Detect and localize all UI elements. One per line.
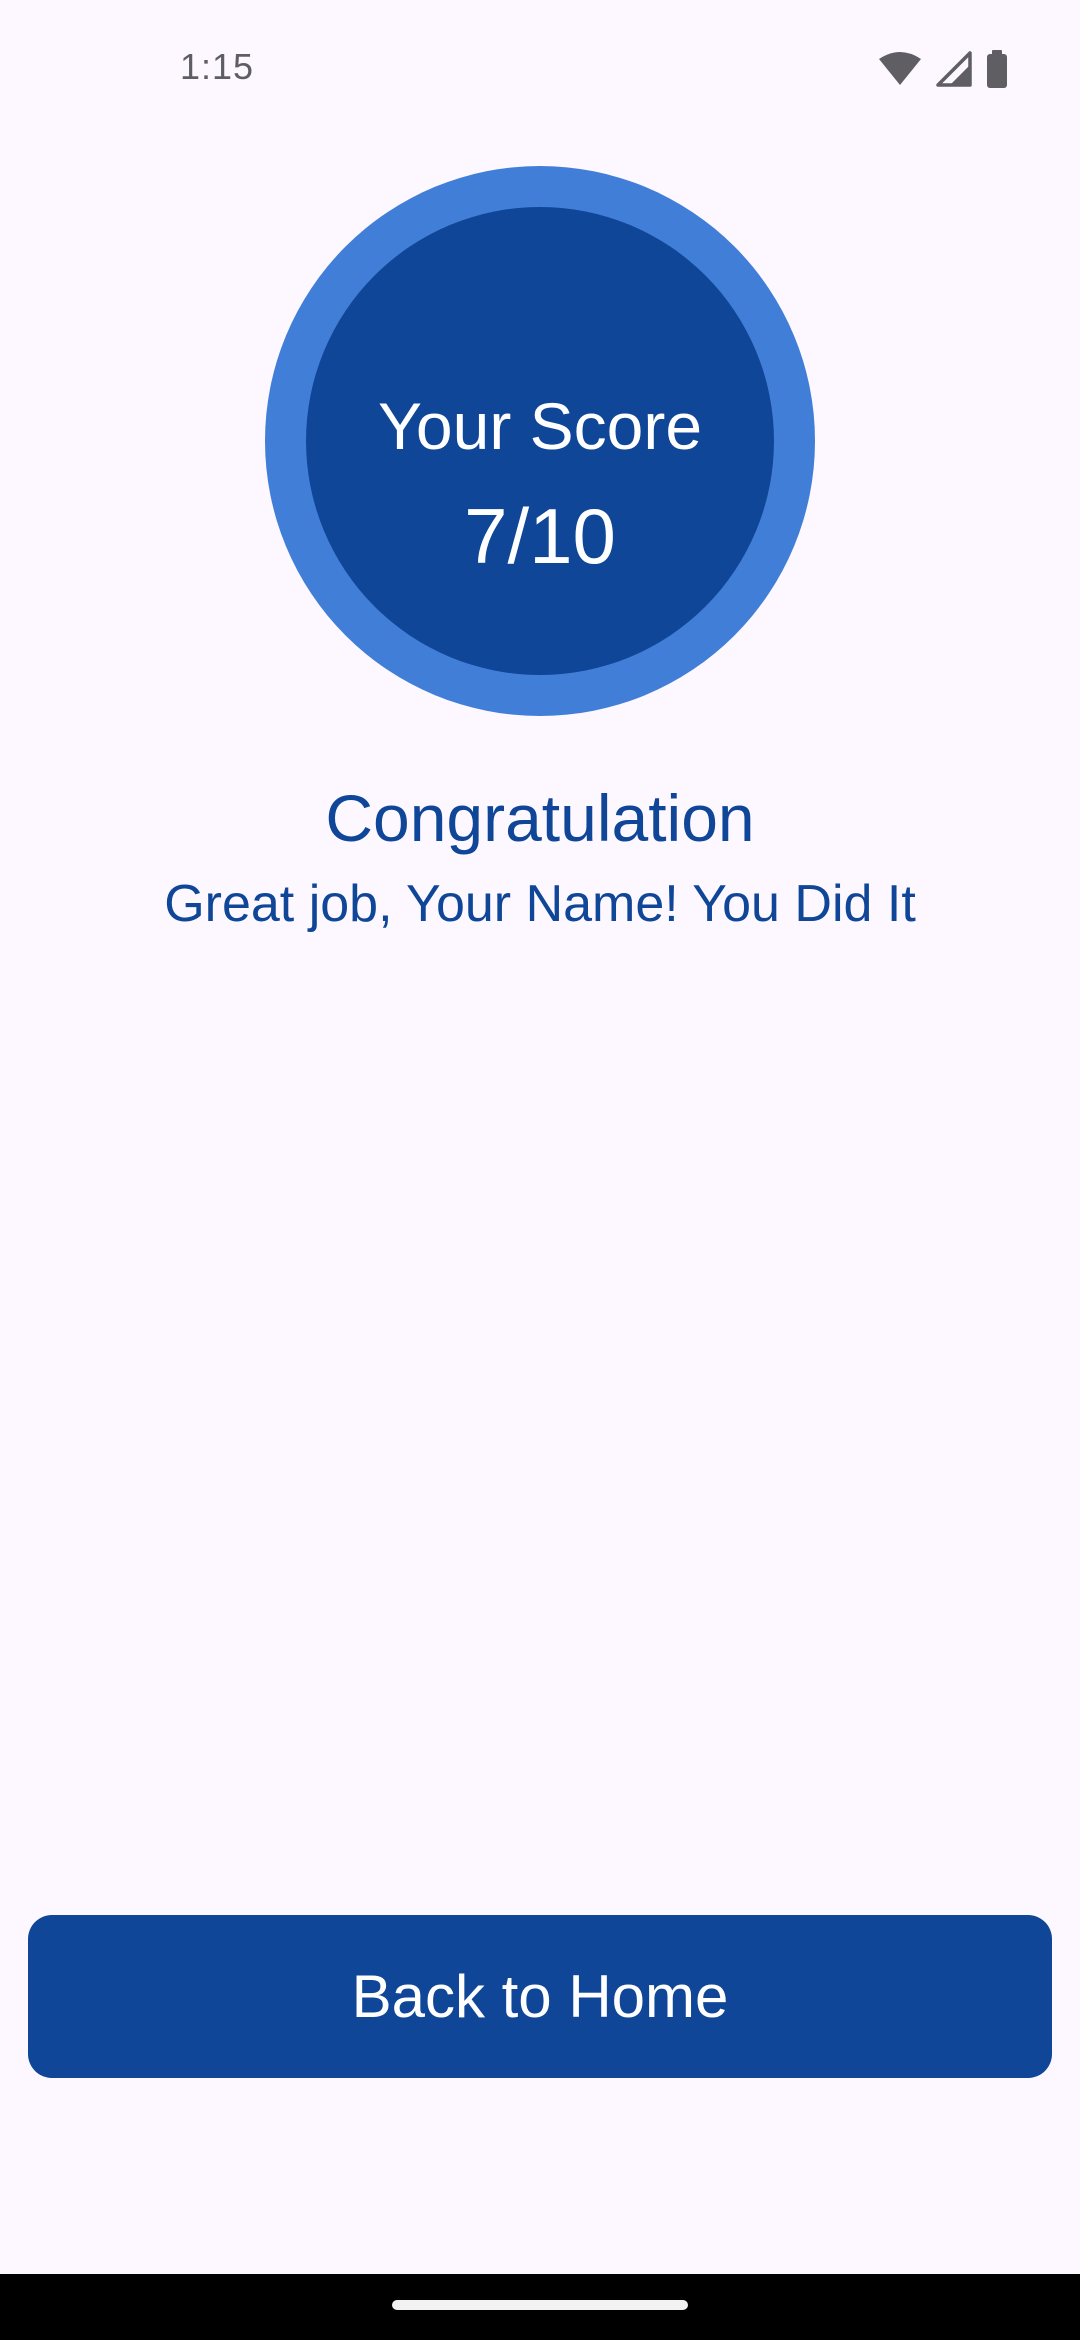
score-value: 7/10	[464, 492, 616, 580]
status-bar: 1:15	[0, 0, 1080, 140]
home-indicator[interactable]	[392, 2300, 688, 2310]
signal-icon	[936, 51, 972, 87]
score-circle: Your Score 7/10	[306, 207, 774, 675]
score-label: Your Score	[377, 389, 703, 463]
back-to-home-button[interactable]: Back to Home	[28, 1915, 1052, 2078]
wifi-icon	[878, 51, 922, 87]
score-ring: Your Score 7/10	[265, 166, 815, 716]
status-icons	[878, 50, 1008, 88]
navigation-bar	[0, 2274, 1080, 2340]
status-time: 1:15	[180, 46, 255, 87]
congratulation-title: Congratulation	[325, 781, 755, 855]
battery-icon	[986, 50, 1008, 88]
congratulation-message: Great job, Your Name! You Did It	[164, 875, 916, 933]
